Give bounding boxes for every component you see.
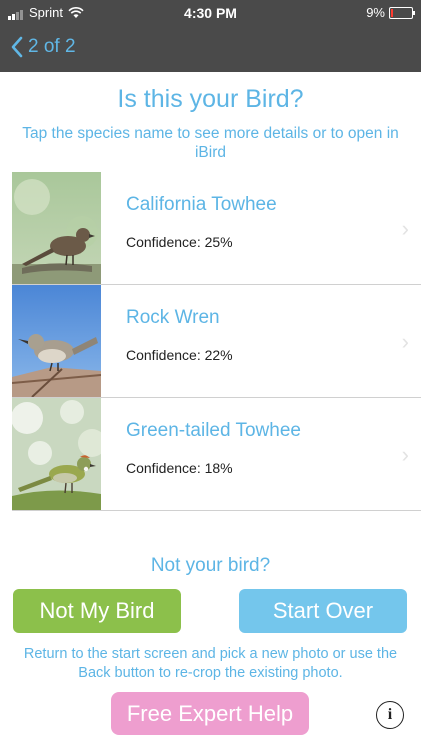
- bird-photo: [12, 398, 101, 510]
- results-list: California Towhee Confidence: 25% › Rock…: [12, 172, 421, 511]
- page-subtitle: Tap the species name to see more details…: [22, 125, 399, 161]
- result-row[interactable]: Green-tailed Towhee Confidence: 18% ›: [12, 398, 421, 511]
- result-row[interactable]: California Towhee Confidence: 25% ›: [12, 172, 421, 285]
- help-text: Return to the start screen and pick a ne…: [23, 646, 398, 681]
- chevron-right-icon: ›: [401, 216, 409, 241]
- bird-photo: [12, 172, 101, 284]
- status-bar: Sprint 4:30 PM 9%: [0, 0, 421, 26]
- result-row[interactable]: Rock Wren Confidence: 22% ›: [12, 285, 421, 398]
- species-name[interactable]: California Towhee: [126, 194, 277, 216]
- battery-icon: [389, 6, 415, 19]
- species-name[interactable]: Green-tailed Towhee: [126, 420, 301, 442]
- species-name[interactable]: Rock Wren: [126, 307, 220, 329]
- back-chevron-icon: [11, 36, 23, 58]
- confidence-label: Confidence: 22%: [126, 347, 233, 363]
- info-icon[interactable]: i: [376, 701, 404, 729]
- status-right: 9%: [366, 5, 415, 20]
- navigation-bar: 2 of 2: [0, 26, 421, 72]
- start-over-button[interactable]: Start Over: [239, 589, 407, 633]
- battery-percent: 9%: [366, 5, 385, 20]
- back-button[interactable]: 2 of 2: [10, 36, 76, 58]
- chevron-right-icon: ›: [401, 442, 409, 467]
- not-my-bird-button[interactable]: Not My Bird: [13, 589, 181, 633]
- not-your-bird-prompt: Not your bird?: [150, 555, 271, 576]
- bird-photo: [12, 285, 101, 397]
- confidence-label: Confidence: 25%: [126, 234, 233, 250]
- chevron-right-icon: ›: [401, 329, 409, 354]
- free-expert-help-button[interactable]: Free Expert Help: [111, 692, 309, 735]
- status-time: 4:30 PM: [184, 5, 237, 21]
- page-title: Is this your Bird?: [117, 85, 304, 113]
- partially-visible-text: [20, 742, 401, 750]
- back-label: 2 of 2: [28, 36, 76, 57]
- confidence-label: Confidence: 18%: [126, 460, 233, 476]
